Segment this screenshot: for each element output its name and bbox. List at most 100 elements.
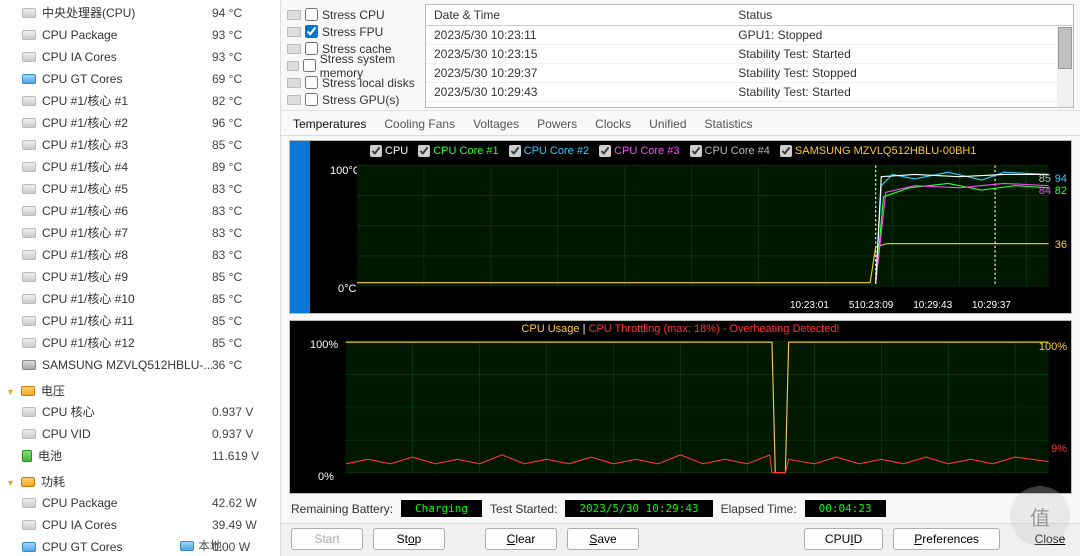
sensor-value: 69 °C [212,70,272,88]
sensor-row[interactable]: CPU Package42.62 W [8,492,272,514]
section-voltage[interactable]: 电压 [8,376,272,401]
close-button[interactable]: Close [1030,529,1070,549]
sensor-row[interactable]: SAMSUNG MZVLQ512HBLU-...36 °C [8,354,272,376]
sensor-row[interactable]: CPU #1/核心 #783 °C [8,222,272,244]
legend-item[interactable]: CPU Core #4 [690,145,770,157]
sensor-row[interactable]: CPU #1/核心 #182 °C [8,90,272,112]
clear-button[interactable]: Clear [485,528,557,550]
log-row[interactable]: 2023/5/30 10:29:43Stability Test: Starte… [426,83,1073,102]
log-row[interactable]: 2023/5/30 10:29:37Stability Test: Stoppe… [426,64,1073,83]
device-icon [287,10,301,20]
stress-checkbox[interactable] [305,76,318,89]
sensor-value: 93 °C [212,48,272,66]
temperature-plot: CPU CPU Core #1 CPU Core #2 CPU Core #3 CPU … [289,140,1072,314]
stress-option[interactable]: Stress CPU [287,6,419,23]
plot-value-label: 85 [1039,173,1051,185]
stress-checkbox[interactable] [305,25,318,38]
legend-checkbox[interactable] [690,145,702,157]
tab-powers[interactable]: Powers [535,115,579,135]
log-time: 2023/5/30 10:29:37 [426,64,730,83]
sensor-row[interactable]: CPU Package93 °C [8,24,272,46]
sensor-icon [22,542,36,552]
sensor-row[interactable]: 电池 11.619 V [8,445,272,467]
legend-label: CPU Core #1 [433,145,498,157]
sensor-label: CPU GT Cores [42,538,122,556]
legend-checkbox[interactable] [509,145,521,157]
sensor-icon [22,250,36,260]
sensor-row[interactable]: CPU GT Cores 69 °C [8,68,272,90]
sensor-row[interactable]: 中央处理器(CPU)94 °C [8,2,272,24]
legend-checkbox[interactable] [780,145,792,157]
event-log[interactable]: Date & Time Status 2023/5/30 10:23:11GPU… [425,4,1074,108]
log-row[interactable]: 2023/5/30 10:23:11GPU1: Stopped [426,26,1073,45]
tab-clocks[interactable]: Clocks [593,115,633,135]
sensor-value: 11.619 V [212,447,272,465]
save-button[interactable]: Save [567,528,639,550]
sensor-row[interactable]: CPU IA Cores93 °C [8,46,272,68]
battery-value: Charging [401,500,482,517]
stress-checkbox[interactable] [305,8,318,21]
stop-button[interactable]: Stop [373,528,445,550]
log-header-time[interactable]: Date & Time [426,5,730,26]
footer-local[interactable]: 本地 [180,537,222,554]
sensor-row[interactable]: CPU VID0.937 V [8,423,272,445]
sensor-value: 85 °C [212,136,272,154]
tab-statistics[interactable]: Statistics [703,115,755,135]
sensor-row[interactable]: CPU GT Cores0.00 W [8,536,272,556]
stress-label: Stress GPU(s) [322,93,399,107]
sensor-row[interactable]: CPU #1/核心 #583 °C [8,178,272,200]
legend-checkbox[interactable] [370,145,382,157]
sensor-value: 83 °C [212,224,272,242]
sensor-row[interactable]: CPU #1/核心 #985 °C [8,266,272,288]
legend-checkbox[interactable] [418,145,430,157]
stress-option[interactable]: Stress local disks [287,74,419,91]
plot2-title-usage: CPU Usage [521,323,579,335]
section-power-label: 功耗 [41,473,65,490]
sensor-label: CPU GT Cores [42,70,122,88]
stress-checkbox[interactable] [305,93,318,106]
tab-temperatures[interactable]: Temperatures [291,115,368,135]
sensor-label: CPU #1/核心 #11 [42,312,134,330]
sensor-value: 0.937 V [212,425,272,443]
scroll-thumb[interactable] [1058,27,1072,69]
legend-item[interactable]: CPU Core #3 [599,145,679,157]
cpuid-button[interactable]: CPUID [804,528,883,550]
sensor-row[interactable]: CPU #1/核心 #489 °C [8,156,272,178]
tab-voltages[interactable]: Voltages [471,115,521,135]
sensor-label: 电池 [38,447,62,465]
plot2-title-throttle: CPU Throttling (max: 18%) - Overheating … [588,323,839,335]
legend-item[interactable]: CPU Core #2 [509,145,589,157]
legend-checkbox[interactable] [599,145,611,157]
sensor-value: 85 °C [212,312,272,330]
log-status: Stability Test: Stopped [730,64,1073,83]
sensor-row[interactable]: CPU #1/核心 #683 °C [8,200,272,222]
stress-option[interactable]: Stress FPU [287,23,419,40]
log-header-status[interactable]: Status [730,5,1073,26]
stress-option[interactable]: Stress system memory [287,57,419,74]
start-button[interactable]: Start [291,528,363,550]
legend-item[interactable]: CPU Core #1 [418,145,498,157]
legend-item[interactable]: SAMSUNG MZVLQ512HBLU-00BH1 [780,145,977,157]
sensor-row[interactable]: CPU #1/核心 #385 °C [8,134,272,156]
scrollbar[interactable] [1057,27,1073,107]
tab-unified[interactable]: Unified [647,115,688,135]
sensor-row[interactable]: CPU #1/核心 #1285 °C [8,332,272,354]
log-time: 2023/5/30 10:23:11 [426,26,730,45]
sensor-row[interactable]: CPU #1/核心 #1085 °C [8,288,272,310]
section-power[interactable]: 功耗 [8,467,272,492]
sensor-row[interactable]: CPU 核心0.937 V [8,401,272,423]
sensor-row[interactable]: CPU IA Cores39.49 W [8,514,272,536]
sensor-row[interactable]: CPU #1/核心 #11 85 °C [8,310,272,332]
stress-option[interactable]: Stress GPU(s) [287,91,419,108]
stress-checkbox[interactable] [305,42,318,55]
stress-checkbox[interactable] [303,59,316,72]
preferences-button[interactable]: Preferences [893,528,1000,550]
tab-cooling-fans[interactable]: Cooling Fans [382,115,457,135]
legend-item[interactable]: CPU [370,145,408,157]
log-row[interactable]: 2023/5/30 10:23:15Stability Test: Starte… [426,45,1073,64]
sensor-icon [22,450,32,462]
sensor-row[interactable]: CPU #1/核心 #883 °C [8,244,272,266]
device-icon [287,95,301,105]
status-bar: Remaining Battery: Charging Test Started… [281,494,1080,523]
sensor-row[interactable]: CPU #1/核心 #296 °C [8,112,272,134]
